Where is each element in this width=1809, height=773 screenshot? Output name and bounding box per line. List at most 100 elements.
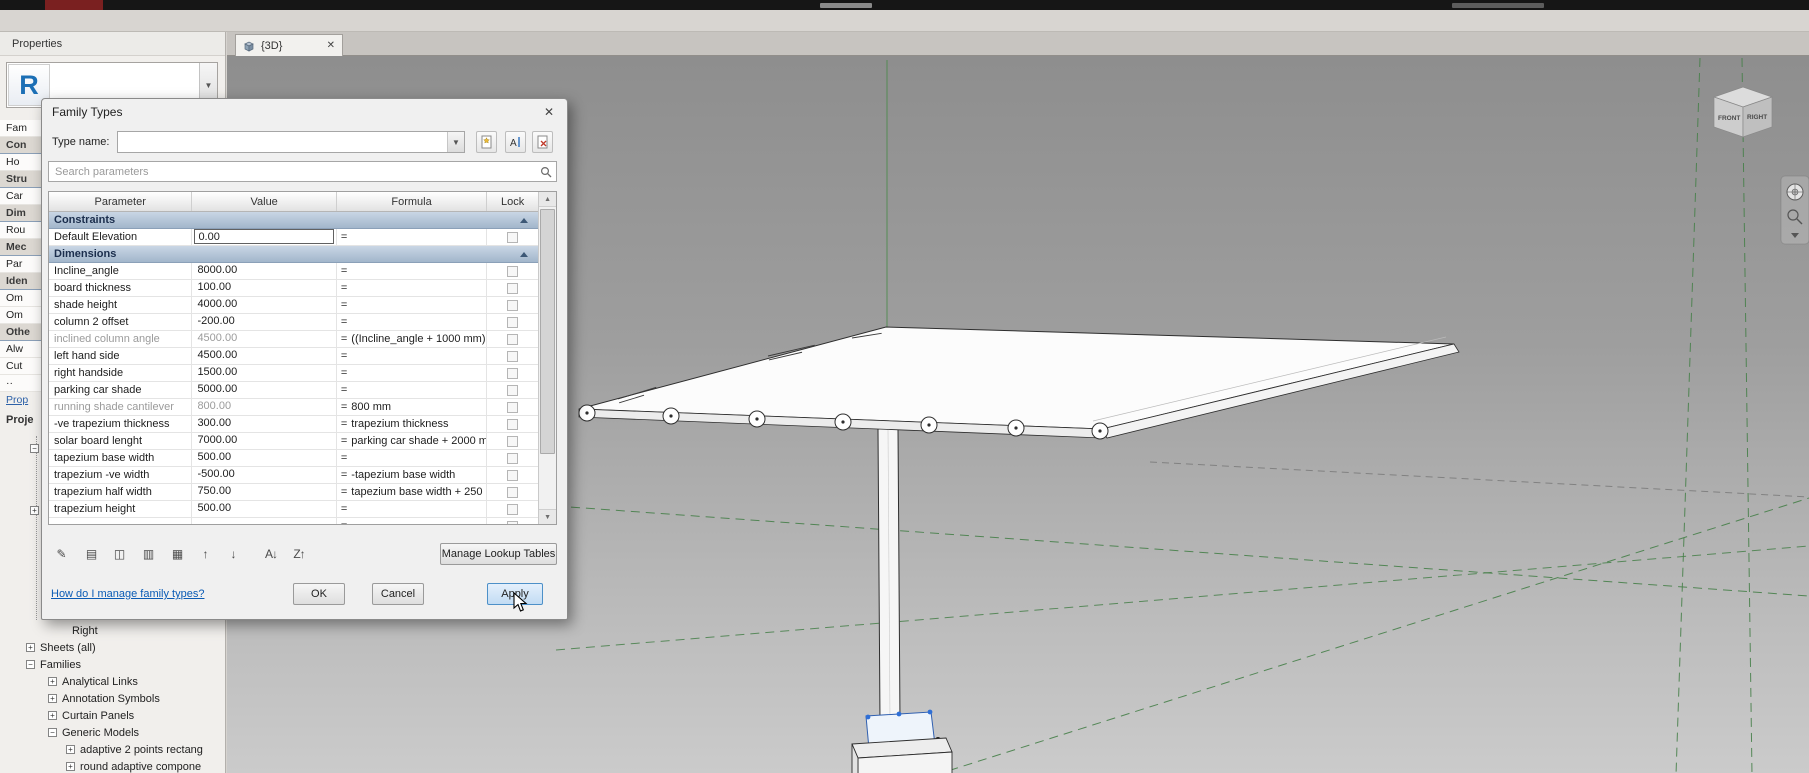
copy-parameter-icon[interactable]: ▦ [166,543,188,565]
parameter-formula-cell[interactable]: = tapezium base width + 250 [337,484,488,500]
family-type-row[interactable]: trapezium half width 750.00 = tapezium ba… [49,484,539,501]
parameter-name-cell[interactable]: parking car shade [49,382,193,398]
parameter-group-header[interactable]: Dimensions [49,246,538,262]
tab-close-icon[interactable]: ✕ [327,40,335,51]
search-parameters-box[interactable] [48,161,557,182]
parameter-value-cell[interactable]: 500.00 [192,450,337,466]
project-browser-item[interactable]: − Generic Models [0,724,225,741]
family-type-row[interactable]: trapezium height 500.00 = [49,501,539,518]
family-type-row[interactable]: column 2 offset -200.00 = [49,314,539,331]
project-browser-item[interactable]: + Analytical Links [0,673,225,690]
navigation-wheel-icon[interactable] [1786,183,1804,201]
lock-checkbox[interactable] [507,350,519,362]
family-type-row[interactable]: Default Elevation 0.00 = [49,229,539,246]
manage-lookup-tables-button[interactable]: Manage Lookup Tables [440,543,557,565]
family-type-row[interactable]: tapezium base width 500.00 = [49,450,539,467]
parameter-value-cell[interactable]: 750.00 [192,484,337,500]
column-header-formula[interactable]: Formula [337,192,488,211]
lock-checkbox[interactable] [507,520,519,524]
duplicate-parameter-icon[interactable]: ◫ [108,543,130,565]
parameter-formula-cell[interactable]: = trapezium thickness [337,416,488,432]
lock-checkbox[interactable] [507,265,519,277]
parameter-name-cell[interactable]: board thickness [49,280,193,296]
group-collapse-icon[interactable] [520,217,529,223]
edit-parameter-icon[interactable]: ✎ [50,543,72,565]
sort-descending-icon[interactable]: Z↑ [288,543,310,565]
parameter-value-cell[interactable]: 4500.00 [192,348,337,364]
tree-expander-icon[interactable]: + [48,694,57,703]
parameter-lock-cell[interactable] [487,297,538,313]
parameter-formula-cell[interactable]: = [337,348,488,364]
lock-checkbox[interactable] [507,418,519,430]
tree-expander-icon[interactable]: − [26,660,35,669]
tree-expander-icon[interactable]: + [66,762,75,771]
tree-expander-icon[interactable]: + [48,677,57,686]
parameter-lock-cell[interactable] [487,382,538,398]
column-header-lock[interactable]: Lock [487,192,538,211]
lock-checkbox[interactable] [507,435,519,447]
parameter-lock-cell[interactable] [487,433,538,449]
scrollbar-down-icon[interactable]: ▼ [539,509,556,524]
family-type-row[interactable]: running shade cantilever 800.00 = 800 mm [49,399,539,416]
parameter-lock-cell[interactable] [487,348,538,364]
parameter-name-cell[interactable]: trapezium half width [49,484,193,500]
lock-checkbox[interactable] [507,469,519,481]
parameter-name-cell[interactable] [49,518,193,524]
parameter-name-cell[interactable]: running shade cantilever [49,399,193,415]
family-type-row[interactable]: -ve trapezium thickness 300.00 = trapeziu… [49,416,539,433]
new-parameter-icon[interactable]: ▤ [80,543,102,565]
family-type-row[interactable]: trapezium -ve width -500.00 = -tapezium b… [49,467,539,484]
group-collapse-icon[interactable] [520,251,529,257]
project-browser-item[interactable]: + Annotation Symbols [0,690,225,707]
parameter-lock-cell[interactable] [487,263,538,279]
lock-checkbox[interactable] [507,333,519,345]
delete-type-button[interactable] [532,131,553,153]
parameter-value-cell[interactable]: 800.00 [192,399,337,415]
project-browser-item[interactable]: + adaptive 2 points rectang [0,741,225,758]
project-browser-item[interactable]: + round adaptive compone [0,758,225,773]
search-parameters-input[interactable] [49,165,536,178]
project-browser-item[interactable]: − Families [0,656,225,673]
parameter-formula-cell[interactable]: = parking car shade + 2000 m [337,433,488,449]
dialog-close-icon[interactable]: ✕ [537,103,561,121]
parameter-lock-cell[interactable] [487,501,538,517]
parameter-group-header[interactable]: Constraints [49,212,538,228]
parameter-name-cell[interactable]: column 2 offset [49,314,193,330]
parameter-formula-cell[interactable]: = [337,280,488,296]
parameter-formula-cell[interactable]: = [337,365,488,381]
parameter-lock-cell[interactable] [487,450,538,466]
parameter-lock-cell[interactable] [487,399,538,415]
tree-expander-icon[interactable]: − [48,728,57,737]
type-name-combobox[interactable]: ▼ [117,131,465,153]
lock-checkbox[interactable] [507,384,519,396]
parameter-name-cell[interactable]: inclined column angle [49,331,193,347]
family-type-row[interactable]: = [49,518,539,524]
family-types-help-link[interactable]: How do I manage family types? [51,588,204,600]
rename-type-button[interactable]: A [505,131,526,153]
parameter-formula-cell[interactable]: = [337,450,488,466]
view-tab-3d[interactable]: {3D} ✕ [235,34,343,56]
parameter-formula-cell[interactable]: = [337,314,488,330]
scrollbar-up-icon[interactable]: ▲ [539,192,556,207]
pedestal[interactable] [851,737,953,773]
tree-expander-icon[interactable]: + [26,643,35,652]
parameter-value-cell[interactable]: -500.00 [192,467,337,483]
lock-checkbox[interactable] [507,452,519,464]
parameter-value-cell[interactable]: 100.00 [192,280,337,296]
parameter-value-cell[interactable]: 1500.00 [192,365,337,381]
parameter-lock-cell[interactable] [487,365,538,381]
dialog-titlebar[interactable]: Family Types ✕ [42,99,567,125]
parameter-lock-cell[interactable] [487,467,538,483]
family-type-row[interactable]: board thickness 100.00 = [49,280,539,297]
parameter-value-cell[interactable]: 4500.00 [192,331,337,347]
family-type-row[interactable]: solar board lenght 7000.00 = parking car … [49,433,539,450]
lock-checkbox[interactable] [507,316,519,328]
family-type-row[interactable]: left hand side 4500.00 = [49,348,539,365]
parameter-lock-cell[interactable] [487,518,538,524]
parameter-formula-cell[interactable]: = [337,229,488,245]
apply-button[interactable]: Apply [487,583,543,605]
family-type-row[interactable]: Incline_angle 8000.00 = [49,263,539,280]
tree-expander-icon[interactable]: + [66,745,75,754]
parameter-name-cell[interactable]: trapezium -ve width [49,467,193,483]
shade-structure[interactable] [578,326,1460,773]
